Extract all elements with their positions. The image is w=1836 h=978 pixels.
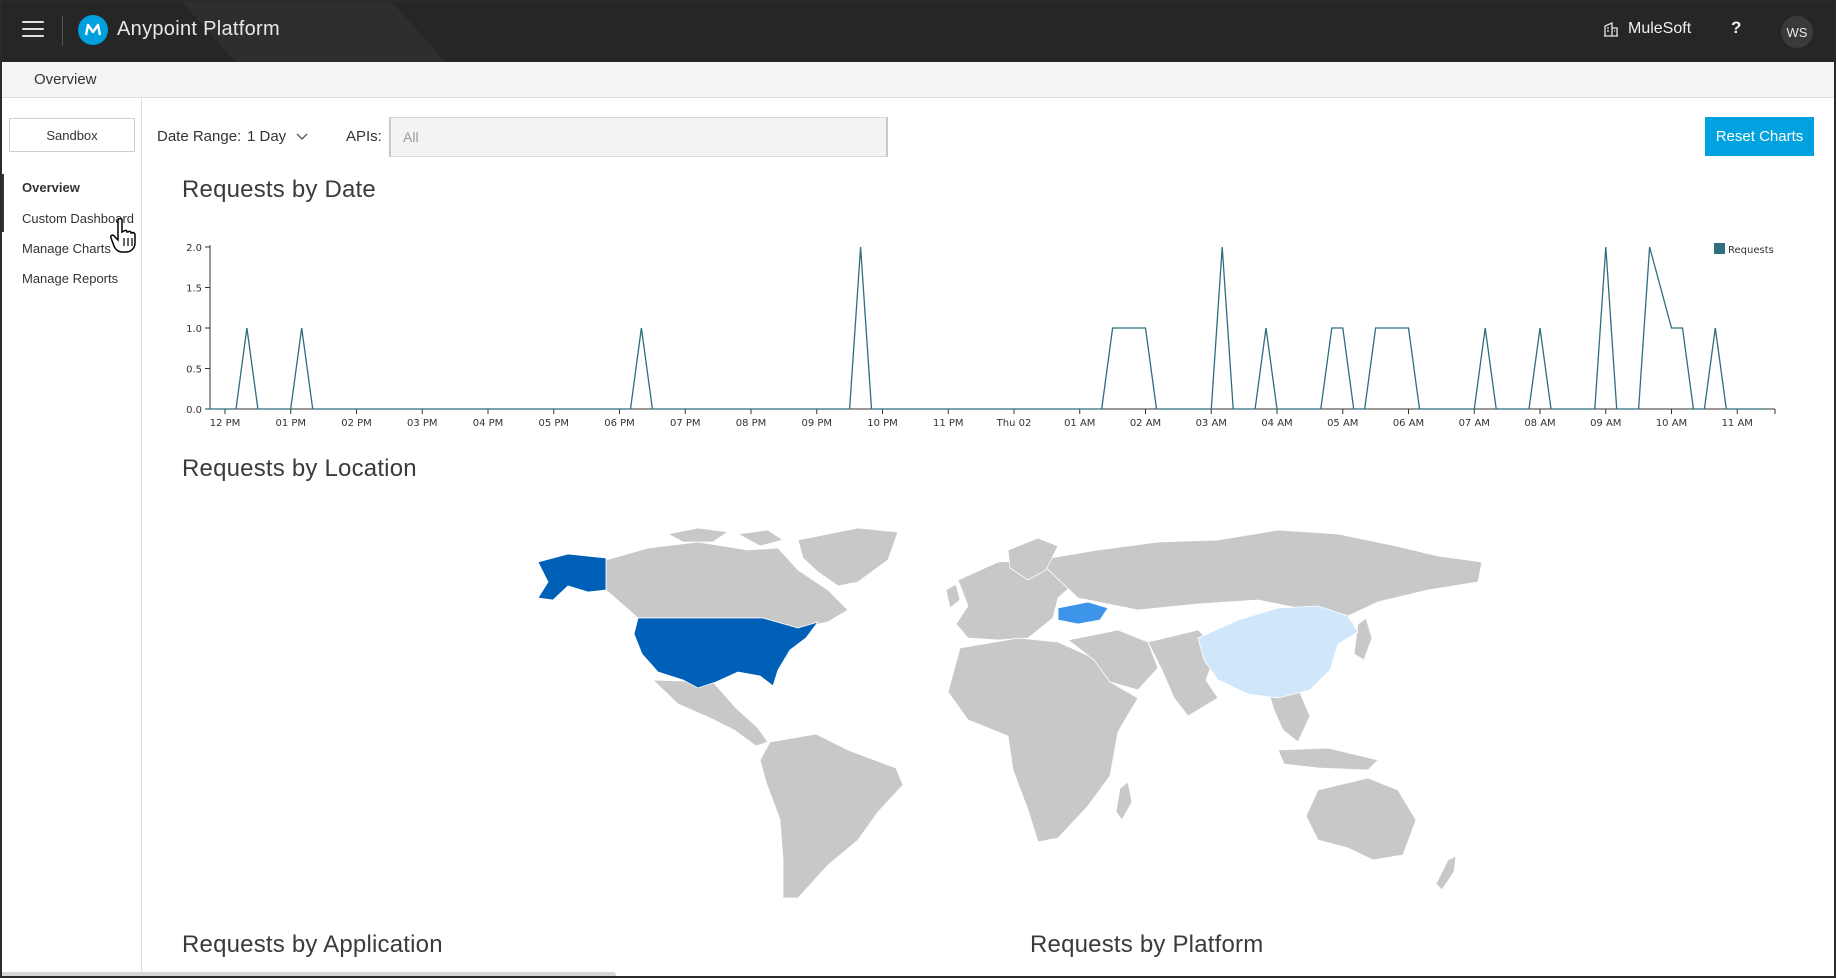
x-tick-label: 11 AM — [1722, 418, 1753, 428]
x-tick-label: 10 AM — [1656, 418, 1687, 428]
sidebar-item-manage-charts[interactable]: Manage Charts — [22, 241, 111, 256]
active-nav-indicator — [0, 174, 4, 232]
org-switcher[interactable]: MuleSoft — [1603, 20, 1691, 38]
requests-by-date-title: Requests by Date — [182, 176, 376, 203]
y-tick-label: 1.5 — [186, 284, 202, 295]
mulesoft-logo-icon[interactable] — [78, 15, 108, 45]
sidebar-item-manage-reports[interactable]: Manage Reports — [22, 271, 118, 286]
x-tick-label: 08 PM — [736, 418, 767, 428]
x-tick-label: 01 AM — [1064, 418, 1095, 428]
requests-by-date-chart[interactable]: 0.0 0.5 1.0 1.5 2.0 12 PM 01 PM 02 PM 03 PM 04 PM… — [170, 228, 1785, 428]
map-region-uk — [945, 583, 961, 609]
world-map[interactable] — [498, 520, 1482, 906]
x-tick-label: 11 PM — [933, 418, 964, 428]
map-region-ukraine — [1057, 601, 1109, 625]
breadcrumb[interactable]: Overview — [34, 71, 97, 88]
x-tick-label: 06 PM — [604, 418, 635, 428]
map-region-china — [1197, 605, 1359, 699]
x-tick-label: 03 AM — [1196, 418, 1227, 428]
x-tick-label: 05 AM — [1327, 418, 1358, 428]
hand-pointer-icon — [110, 218, 136, 253]
x-tick-label: 09 AM — [1590, 418, 1621, 428]
help-icon[interactable]: ? — [1731, 18, 1741, 38]
y-tick-label: 2.0 — [186, 243, 202, 254]
legend-label-requests: Requests — [1728, 245, 1774, 256]
x-tick-label: 07 PM — [670, 418, 701, 428]
map-region-madagascar — [1115, 781, 1133, 821]
x-tick-label: 03 PM — [407, 418, 438, 428]
requests-by-location-title: Requests by Location — [182, 455, 417, 482]
x-tick-label: 05 PM — [538, 418, 569, 428]
x-tick-label: 09 PM — [801, 418, 832, 428]
x-tick-label: Thu 02 — [996, 418, 1032, 428]
map-region-russia — [1037, 529, 1482, 617]
y-tick-label: 0.0 — [186, 405, 202, 416]
map-region-united-states — [633, 617, 820, 689]
map-region-south-america — [759, 733, 904, 899]
requests-by-platform-title: Requests by Platform — [1030, 931, 1264, 958]
x-tick-label: 06 AM — [1393, 418, 1424, 428]
chevron-down-icon — [296, 133, 308, 140]
header-divider — [62, 16, 63, 46]
apis-input[interactable] — [389, 117, 888, 157]
map-region-indonesia — [1277, 747, 1379, 771]
requests-by-application-title: Requests by Application — [182, 931, 443, 958]
x-tick-label: 02 PM — [341, 418, 372, 428]
x-tick-label: 12 PM — [210, 418, 241, 428]
map-region-japan — [1353, 617, 1373, 661]
date-range-label: Date Range: — [157, 128, 242, 145]
environment-button[interactable]: Sandbox — [9, 118, 135, 152]
org-name: MuleSoft — [1628, 20, 1692, 37]
map-region-alaska — [537, 553, 607, 601]
date-range-value: 1 Day — [247, 128, 287, 145]
legend-swatch-requests — [1714, 243, 1725, 254]
y-tick-label: 1.0 — [186, 324, 202, 335]
sub-header: Overview — [0, 62, 1836, 98]
date-range-dropdown[interactable]: 1 Day — [247, 128, 308, 145]
x-tick-label: 08 AM — [1524, 418, 1555, 428]
x-tick-label: 10 PM — [867, 418, 898, 428]
apis-label: APIs: — [346, 128, 382, 145]
x-tick-label: 02 AM — [1130, 418, 1161, 428]
hamburger-menu-icon[interactable] — [22, 21, 44, 39]
series-line-requests — [205, 246, 1764, 410]
x-tick-label: 04 PM — [473, 418, 504, 428]
x-tick-label: 04 AM — [1261, 418, 1292, 428]
app-title: Anypoint Platform — [117, 18, 280, 40]
reset-charts-button[interactable]: Reset Charts — [1705, 117, 1814, 156]
map-region-greenland — [797, 527, 899, 587]
y-tick-label: 0.5 — [186, 365, 202, 376]
top-navigation-bar: Anypoint Platform MuleSoft ? WS — [0, 0, 1836, 62]
sidebar-item-overview[interactable]: Overview — [22, 180, 80, 195]
horizontal-scrollbar[interactable] — [0, 972, 616, 978]
map-region-central-america — [651, 679, 769, 747]
user-avatar[interactable]: WS — [1781, 16, 1813, 48]
org-building-icon — [1604, 22, 1618, 37]
map-region-australia — [1305, 777, 1417, 861]
x-tick-label: 01 PM — [275, 418, 306, 428]
x-tick-label: 07 AM — [1459, 418, 1490, 428]
map-region-new-zealand — [1435, 855, 1457, 891]
